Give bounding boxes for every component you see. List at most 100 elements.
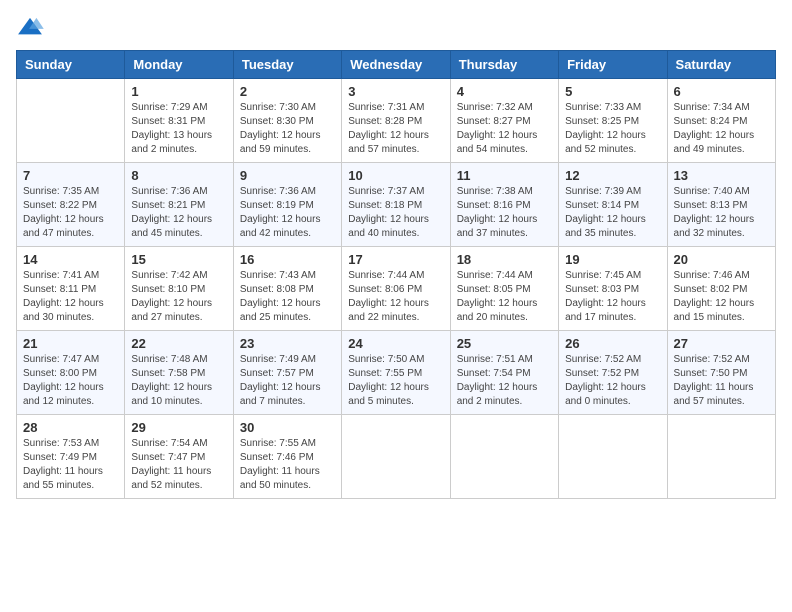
day-info: Sunrise: 7:50 AM Sunset: 7:55 PM Dayligh… <box>348 353 443 409</box>
day-number: 27 <box>674 336 769 351</box>
calendar-cell: 9 Sunrise: 7:36 AM Sunset: 8:19 PM Daylig… <box>233 163 341 247</box>
calendar-cell: 29 Sunrise: 7:54 AM Sunset: 7:47 PM Dayli… <box>125 415 233 499</box>
calendar-cell <box>667 415 775 499</box>
day-number: 25 <box>457 336 552 351</box>
day-number: 26 <box>565 336 660 351</box>
day-number: 14 <box>23 252 118 267</box>
calendar-cell: 25 Sunrise: 7:51 AM Sunset: 7:54 PM Dayli… <box>450 331 558 415</box>
calendar-cell: 7 Sunrise: 7:35 AM Sunset: 8:22 PM Daylig… <box>17 163 125 247</box>
calendar-cell: 20 Sunrise: 7:46 AM Sunset: 8:02 PM Dayli… <box>667 247 775 331</box>
day-info: Sunrise: 7:44 AM Sunset: 8:06 PM Dayligh… <box>348 269 443 325</box>
day-info: Sunrise: 7:36 AM Sunset: 8:19 PM Dayligh… <box>240 185 335 241</box>
day-number: 6 <box>674 84 769 99</box>
calendar-cell: 17Sunrise: 7:44 AM Sunset: 8:06 PM Dayli… <box>342 247 450 331</box>
calendar-cell: 15 Sunrise: 7:42 AM Sunset: 8:10 PM Dayli… <box>125 247 233 331</box>
day-info: Sunrise: 7:53 AM Sunset: 7:49 PM Dayligh… <box>23 437 118 493</box>
header-tuesday: Tuesday <box>233 51 341 79</box>
calendar-cell: 3 Sunrise: 7:31 AM Sunset: 8:28 PM Daylig… <box>342 79 450 163</box>
calendar-cell: 18Sunrise: 7:44 AM Sunset: 8:05 PM Dayli… <box>450 247 558 331</box>
day-info: Sunrise: 7:55 AM Sunset: 7:46 PM Dayligh… <box>240 437 335 493</box>
header-wednesday: Wednesday <box>342 51 450 79</box>
calendar-cell: 16 Sunrise: 7:43 AM Sunset: 8:08 PM Dayli… <box>233 247 341 331</box>
day-info: Sunrise: 7:47 AM Sunset: 8:00 PM Dayligh… <box>23 353 118 409</box>
calendar-cell: 22 Sunrise: 7:48 AM Sunset: 7:58 PM Dayli… <box>125 331 233 415</box>
day-info: Sunrise: 7:40 AM Sunset: 8:13 PM Dayligh… <box>674 185 769 241</box>
day-info: Sunrise: 7:49 AM Sunset: 7:57 PM Dayligh… <box>240 353 335 409</box>
day-number: 5 <box>565 84 660 99</box>
day-info: Sunrise: 7:34 AM Sunset: 8:24 PM Dayligh… <box>674 101 769 157</box>
day-info: Sunrise: 7:46 AM Sunset: 8:02 PM Dayligh… <box>674 269 769 325</box>
calendar-week-row: 21 Sunrise: 7:47 AM Sunset: 8:00 PM Dayli… <box>17 331 776 415</box>
day-number: 24 <box>348 336 443 351</box>
calendar-week-row: 28Sunrise: 7:53 AM Sunset: 7:49 PM Dayli… <box>17 415 776 499</box>
header-monday: Monday <box>125 51 233 79</box>
calendar-cell: 12Sunrise: 7:39 AM Sunset: 8:14 PM Dayli… <box>559 163 667 247</box>
calendar-cell: 27 Sunrise: 7:52 AM Sunset: 7:50 PM Dayli… <box>667 331 775 415</box>
calendar-cell: 13 Sunrise: 7:40 AM Sunset: 8:13 PM Dayli… <box>667 163 775 247</box>
calendar-cell: 1 Sunrise: 7:29 AM Sunset: 8:31 PM Daylig… <box>125 79 233 163</box>
day-info: Sunrise: 7:44 AM Sunset: 8:05 PM Dayligh… <box>457 269 552 325</box>
weekday-header-row: Sunday Monday Tuesday Wednesday Thursday… <box>17 51 776 79</box>
calendar-table: Sunday Monday Tuesday Wednesday Thursday… <box>16 50 776 499</box>
day-number: 1 <box>131 84 226 99</box>
day-number: 29 <box>131 420 226 435</box>
calendar-cell: 4Sunrise: 7:32 AM Sunset: 8:27 PM Daylig… <box>450 79 558 163</box>
header-thursday: Thursday <box>450 51 558 79</box>
day-info: Sunrise: 7:41 AM Sunset: 8:11 PM Dayligh… <box>23 269 118 325</box>
logo <box>16 16 48 38</box>
header-sunday: Sunday <box>17 51 125 79</box>
calendar-cell: 24 Sunrise: 7:50 AM Sunset: 7:55 PM Dayli… <box>342 331 450 415</box>
calendar-cell <box>342 415 450 499</box>
day-number: 21 <box>23 336 118 351</box>
day-info: Sunrise: 7:43 AM Sunset: 8:08 PM Dayligh… <box>240 269 335 325</box>
day-number: 22 <box>131 336 226 351</box>
calendar-cell: 19Sunrise: 7:45 AM Sunset: 8:03 PM Dayli… <box>559 247 667 331</box>
calendar-cell: 8Sunrise: 7:36 AM Sunset: 8:21 PM Daylig… <box>125 163 233 247</box>
day-info: Sunrise: 7:51 AM Sunset: 7:54 PM Dayligh… <box>457 353 552 409</box>
day-info: Sunrise: 7:42 AM Sunset: 8:10 PM Dayligh… <box>131 269 226 325</box>
day-number: 8 <box>131 168 226 183</box>
calendar-week-row: 1 Sunrise: 7:29 AM Sunset: 8:31 PM Daylig… <box>17 79 776 163</box>
calendar-cell: 26 Sunrise: 7:52 AM Sunset: 7:52 PM Dayli… <box>559 331 667 415</box>
day-info: Sunrise: 7:37 AM Sunset: 8:18 PM Dayligh… <box>348 185 443 241</box>
calendar-cell: 23Sunrise: 7:49 AM Sunset: 7:57 PM Dayli… <box>233 331 341 415</box>
day-number: 12 <box>565 168 660 183</box>
day-info: Sunrise: 7:29 AM Sunset: 8:31 PM Dayligh… <box>131 101 226 157</box>
day-info: Sunrise: 7:30 AM Sunset: 8:30 PM Dayligh… <box>240 101 335 157</box>
day-info: Sunrise: 7:35 AM Sunset: 8:22 PM Dayligh… <box>23 185 118 241</box>
calendar-cell: 2 Sunrise: 7:30 AM Sunset: 8:30 PM Daylig… <box>233 79 341 163</box>
day-info: Sunrise: 7:38 AM Sunset: 8:16 PM Dayligh… <box>457 185 552 241</box>
day-info: Sunrise: 7:52 AM Sunset: 7:50 PM Dayligh… <box>674 353 769 409</box>
calendar-cell: 30Sunrise: 7:55 AM Sunset: 7:46 PM Dayli… <box>233 415 341 499</box>
header-saturday: Saturday <box>667 51 775 79</box>
header-friday: Friday <box>559 51 667 79</box>
day-number: 2 <box>240 84 335 99</box>
calendar-cell: 10 Sunrise: 7:37 AM Sunset: 8:18 PM Dayli… <box>342 163 450 247</box>
calendar-cell <box>450 415 558 499</box>
day-number: 4 <box>457 84 552 99</box>
calendar-cell <box>559 415 667 499</box>
day-number: 7 <box>23 168 118 183</box>
day-number: 16 <box>240 252 335 267</box>
day-number: 20 <box>674 252 769 267</box>
page-header <box>16 16 776 38</box>
day-number: 15 <box>131 252 226 267</box>
day-info: Sunrise: 7:48 AM Sunset: 7:58 PM Dayligh… <box>131 353 226 409</box>
day-number: 11 <box>457 168 552 183</box>
calendar-cell: 14 Sunrise: 7:41 AM Sunset: 8:11 PM Dayli… <box>17 247 125 331</box>
day-number: 19 <box>565 252 660 267</box>
calendar-cell: 21 Sunrise: 7:47 AM Sunset: 8:00 PM Dayli… <box>17 331 125 415</box>
calendar-cell: 11 Sunrise: 7:38 AM Sunset: 8:16 PM Dayli… <box>450 163 558 247</box>
calendar-week-row: 7 Sunrise: 7:35 AM Sunset: 8:22 PM Daylig… <box>17 163 776 247</box>
day-info: Sunrise: 7:31 AM Sunset: 8:28 PM Dayligh… <box>348 101 443 157</box>
day-number: 9 <box>240 168 335 183</box>
day-number: 10 <box>348 168 443 183</box>
day-number: 3 <box>348 84 443 99</box>
day-info: Sunrise: 7:52 AM Sunset: 7:52 PM Dayligh… <box>565 353 660 409</box>
calendar-cell: 5 Sunrise: 7:33 AM Sunset: 8:25 PM Daylig… <box>559 79 667 163</box>
calendar-cell: 6 Sunrise: 7:34 AM Sunset: 8:24 PM Daylig… <box>667 79 775 163</box>
day-number: 13 <box>674 168 769 183</box>
day-info: Sunrise: 7:54 AM Sunset: 7:47 PM Dayligh… <box>131 437 226 493</box>
calendar-cell <box>17 79 125 163</box>
day-info: Sunrise: 7:33 AM Sunset: 8:25 PM Dayligh… <box>565 101 660 157</box>
